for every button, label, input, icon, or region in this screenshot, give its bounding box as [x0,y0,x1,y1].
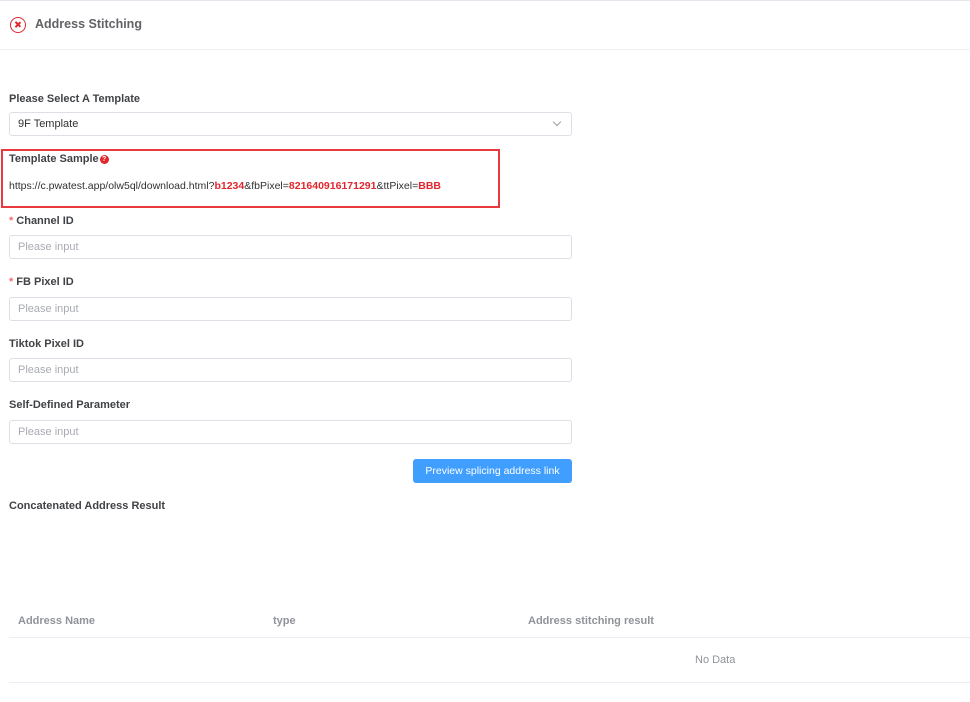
empty-state-text: No Data [695,654,736,666]
fb-pixel-id-label: * FB Pixel ID [9,276,74,288]
page-header: Address Stitching [0,1,970,50]
preview-splicing-link-button[interactable]: Preview splicing address link [413,459,572,483]
result-table-header: Address Name type Address stitching resu… [9,605,970,638]
template-sample-url: https://c.pwatest.app/olw5ql/download.ht… [9,180,441,192]
channel-id-input[interactable] [9,235,572,259]
result-section-title: Concatenated Address Result [9,500,166,512]
fb-pixel-id-input[interactable] [9,297,572,321]
required-mark: * [9,215,14,227]
url-fb-value: 821640916171291 [288,180,377,192]
template-select-label: Please Select A Template [9,93,141,105]
template-select-value: 9F Template [18,118,79,130]
column-header-address-result: Address stitching result [528,615,654,627]
url-fb-key: &fbPixel= [244,180,289,192]
url-prefix: https://c.pwatest.app/olw5ql/download.ht… [9,180,215,192]
column-header-address-name: Address Name [18,615,96,627]
column-header-type: type [273,615,296,627]
template-select[interactable]: 9F Template [9,112,572,136]
question-circle-icon[interactable]: ? [99,155,109,164]
tiktok-pixel-id-input[interactable] [9,358,572,382]
fb-pixel-id-label-text: FB Pixel ID [16,276,74,288]
close-icon[interactable] [10,17,26,33]
channel-id-label: * Channel ID [9,215,74,227]
template-sample-label-text: Template Sample [9,153,99,165]
url-tt-value: BBB [418,180,441,192]
page-title: Address Stitching [35,17,142,31]
self-defined-parameter-label: Self-Defined Parameter [9,399,131,411]
required-mark: * [9,276,14,288]
channel-id-label-text: Channel ID [16,215,74,227]
chevron-down-icon [552,117,562,127]
url-tt-key: &ttPixel= [376,180,419,192]
address-stitching-page: Address Stitching Please Select A Templa… [0,0,970,702]
url-channel-value: b1234 [214,180,245,192]
result-table-body: No Data [9,638,970,683]
self-defined-parameter-input[interactable] [9,420,572,444]
tiktok-pixel-id-label: Tiktok Pixel ID [9,338,84,350]
template-sample-label: Template Sample? [9,153,109,165]
